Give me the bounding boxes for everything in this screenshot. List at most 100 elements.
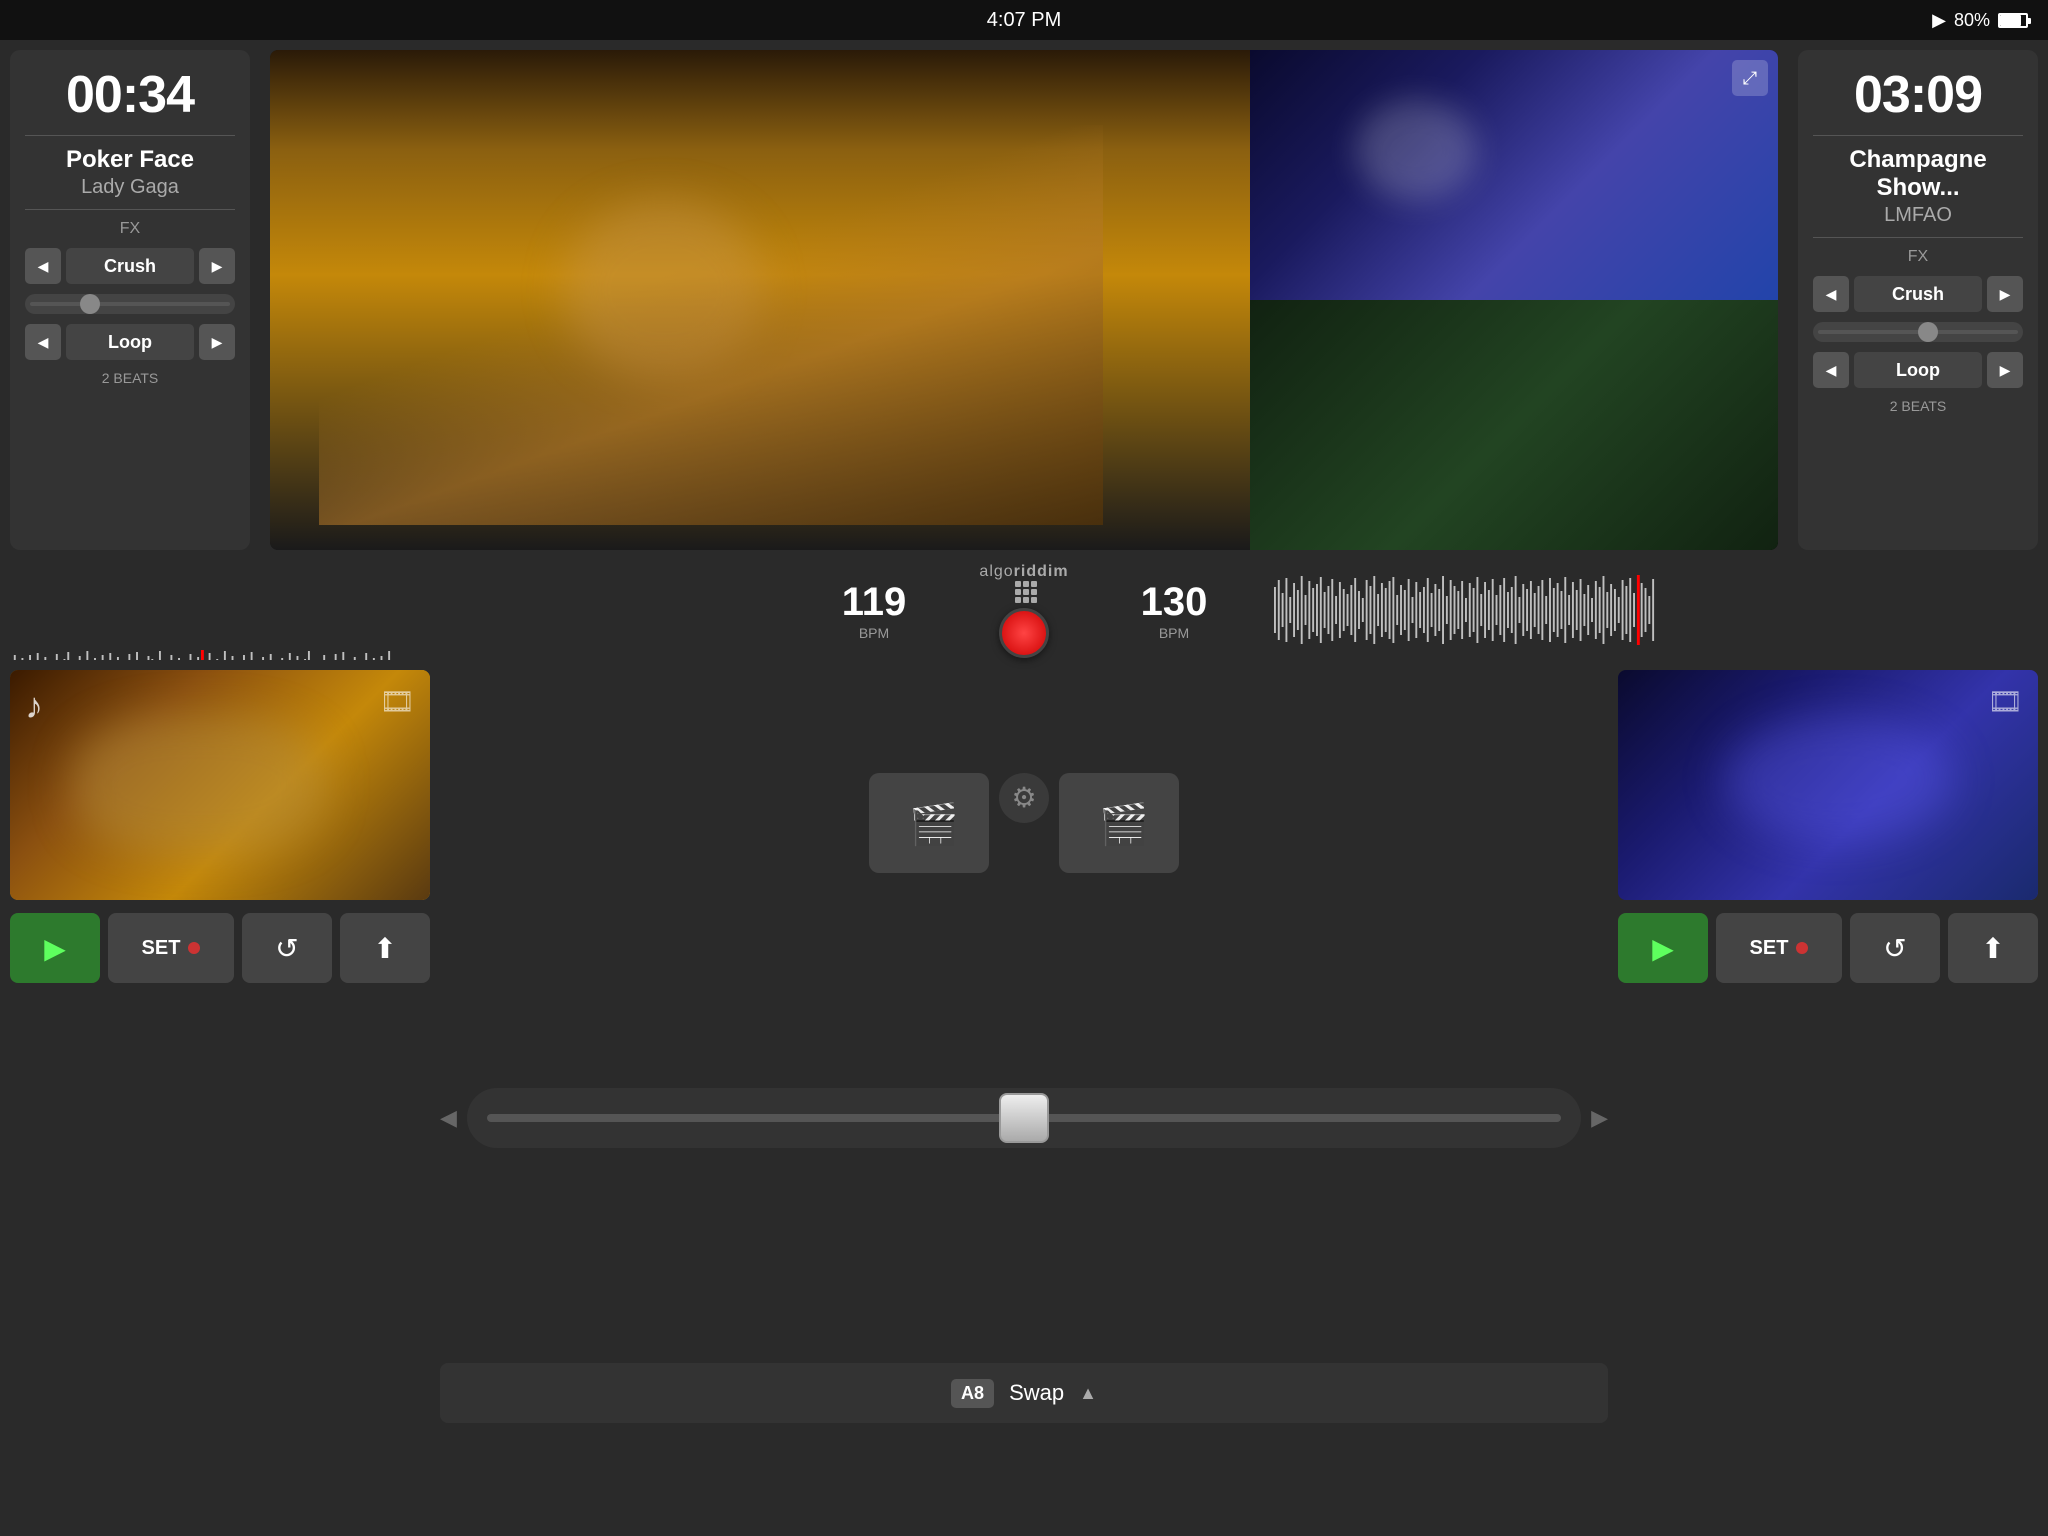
swap-section[interactable]: A8 Swap ▲: [440, 1363, 1608, 1423]
logo-grid: [1015, 581, 1037, 603]
right-loop-next-btn[interactable]: ▶: [1987, 352, 2023, 388]
right-set-btn[interactable]: SET: [1716, 913, 1842, 983]
center-logo-area: algoriddim: [964, 563, 1084, 658]
right-loop-prev-btn[interactable]: ◀: [1813, 352, 1849, 388]
right-set-label: SET: [1750, 937, 1789, 960]
left-fx-slider-thumb[interactable]: [80, 294, 100, 314]
left-waveform-svg: [10, 575, 774, 645]
video-side-top: [1250, 50, 1778, 300]
crossfader-right-arrow[interactable]: ▶: [1591, 1105, 1608, 1131]
right-play-btn[interactable]: ▶: [1618, 913, 1708, 983]
left-loop-prev-btn[interactable]: ◀: [25, 324, 61, 360]
center-bottom-controls: 🎬 ⚙ 🎬 ◀: [440, 670, 1608, 1526]
status-time: 4:07 PM: [987, 9, 1061, 32]
left-fx-row: ◀ Crush ▶: [25, 248, 235, 284]
left-waveform[interactable]: [10, 575, 774, 645]
left-track-name: Poker Face: [66, 146, 194, 174]
left-controls-row: ▶ SET ↺ ⬆: [10, 908, 430, 988]
gear-icon: ⚙: [1011, 781, 1036, 814]
right-thumbnail: 🎞: [1618, 670, 2038, 900]
right-controls-row: ▶ SET ↺ ⬆: [1618, 908, 2038, 988]
right-waveform-visual: [1274, 575, 2038, 645]
crossfader-thumb[interactable]: [999, 1093, 1049, 1143]
right-media-icon: 🎬: [1089, 793, 1149, 853]
left-fx-label: FX: [120, 220, 140, 238]
gear-button[interactable]: ⚙: [999, 773, 1049, 823]
swap-label: Swap: [1009, 1380, 1064, 1406]
left-fx-prev-btn[interactable]: ◀: [25, 248, 61, 284]
left-fx-slider[interactable]: [25, 294, 235, 314]
center-waveform-controls-right: 130 BPM: [1084, 580, 1264, 641]
right-bpm-label: BPM: [1159, 625, 1189, 641]
main-layout: 00:34 Poker Face Lady Gaga FX ◀ Crush ▶ …: [0, 40, 2048, 1536]
left-fx-next-btn[interactable]: ▶: [199, 248, 235, 284]
left-film-icon: 🎞: [379, 685, 415, 718]
right-artist-name: LMFAO: [1884, 204, 1952, 227]
center-waveform-controls: 119 BPM: [784, 580, 964, 641]
right-loop-beats: 2 BEATS: [1890, 398, 1947, 414]
crossfader[interactable]: [467, 1088, 1581, 1148]
right-rewind-btn[interactable]: ↺: [1850, 913, 1940, 983]
left-artist-name: Lady Gaga: [81, 176, 179, 199]
right-shift-icon: ⬆: [1981, 932, 2004, 965]
right-track-name: Champagne Show...: [1813, 146, 2023, 202]
right-deck-bottom: 🎞 ▶ SET ↺ ⬆: [1618, 670, 2038, 1526]
algoriddim-logo: algoriddim: [964, 563, 1084, 603]
video-main: [270, 50, 1250, 550]
right-waveform-area: [1264, 560, 2048, 660]
right-media-btn[interactable]: 🎬: [1059, 773, 1179, 873]
left-bpm-label: BPM: [859, 625, 889, 641]
crossfader-track: [487, 1114, 1561, 1122]
left-play-icon: ▶: [44, 932, 66, 965]
svg-text:🎬: 🎬: [909, 801, 959, 847]
right-fx-slider[interactable]: [1813, 322, 2023, 342]
left-media-btn[interactable]: 🎬: [869, 773, 989, 873]
video-side-bottom: [1250, 300, 1778, 550]
right-fx-next-btn[interactable]: ▶: [1987, 276, 2023, 312]
left-set-label: SET: [142, 937, 181, 960]
left-set-dot: [188, 942, 200, 954]
play-indicator: ▶: [1932, 10, 1946, 31]
video-side: [1250, 50, 1778, 550]
right-fx-label: FX: [1908, 248, 1928, 266]
record-button[interactable]: [999, 608, 1049, 658]
lady-gaga-video: [270, 50, 1250, 550]
right-bpm-value: 130: [1141, 580, 1208, 625]
left-deck-timer: 00:34: [66, 65, 194, 125]
left-deck-panel: 00:34 Poker Face Lady Gaga FX ◀ Crush ▶ …: [10, 50, 250, 550]
right-loop-name: Loop: [1854, 352, 1982, 388]
left-thumbnail-bg: [10, 670, 430, 900]
left-waveform-area: [0, 560, 784, 660]
lmfao-video-top: [1250, 50, 1778, 300]
left-loop-row: ◀ Loop ▶: [25, 324, 235, 360]
right-fx-prev-btn[interactable]: ◀: [1813, 276, 1849, 312]
left-fx-name: Crush: [66, 248, 194, 284]
left-music-icon: ♪: [25, 685, 43, 727]
right-deck-panel: 03:09 Champagne Show... LMFAO FX ◀ Crush…: [1798, 50, 2038, 550]
right-rewind-icon: ↺: [1883, 932, 1906, 965]
left-waveform-visual: [10, 650, 774, 660]
left-rewind-btn[interactable]: ↺: [242, 913, 332, 983]
right-waveform[interactable]: [1274, 575, 2038, 645]
battery-percent: 80%: [1954, 10, 1990, 31]
right-shift-btn[interactable]: ⬆: [1948, 913, 2038, 983]
video-expand-btn[interactable]: ⤢: [1732, 60, 1768, 96]
left-loop-next-btn[interactable]: ▶: [199, 324, 235, 360]
svg-text:🎬: 🎬: [1099, 801, 1149, 847]
right-loop-row: ◀ Loop ▶: [1813, 352, 2023, 388]
waveform-section: 119 BPM algoriddim 130 BPM: [0, 560, 2048, 660]
right-fx-slider-thumb[interactable]: [1918, 322, 1938, 342]
left-play-btn[interactable]: ▶: [10, 913, 100, 983]
media-btns-row: 🎬 ⚙ 🎬: [869, 773, 1179, 873]
left-loop-name: Loop: [66, 324, 194, 360]
right-bpm: 130 BPM: [1141, 580, 1208, 641]
right-fx-slider-track: [1818, 330, 2018, 334]
right-fx-row: ◀ Crush ▶: [1813, 276, 2023, 312]
crossfader-left-arrow[interactable]: ◀: [440, 1105, 457, 1131]
left-fx-slider-track: [30, 302, 230, 306]
battery-fill: [2000, 15, 2021, 26]
bottom-section: ♪ 🎞 ▶ SET ↺ ⬆: [0, 660, 2048, 1536]
left-shift-btn[interactable]: ⬆: [340, 913, 430, 983]
status-bar: 4:07 PM ▶ 80%: [0, 0, 2048, 40]
left-set-btn[interactable]: SET: [108, 913, 234, 983]
